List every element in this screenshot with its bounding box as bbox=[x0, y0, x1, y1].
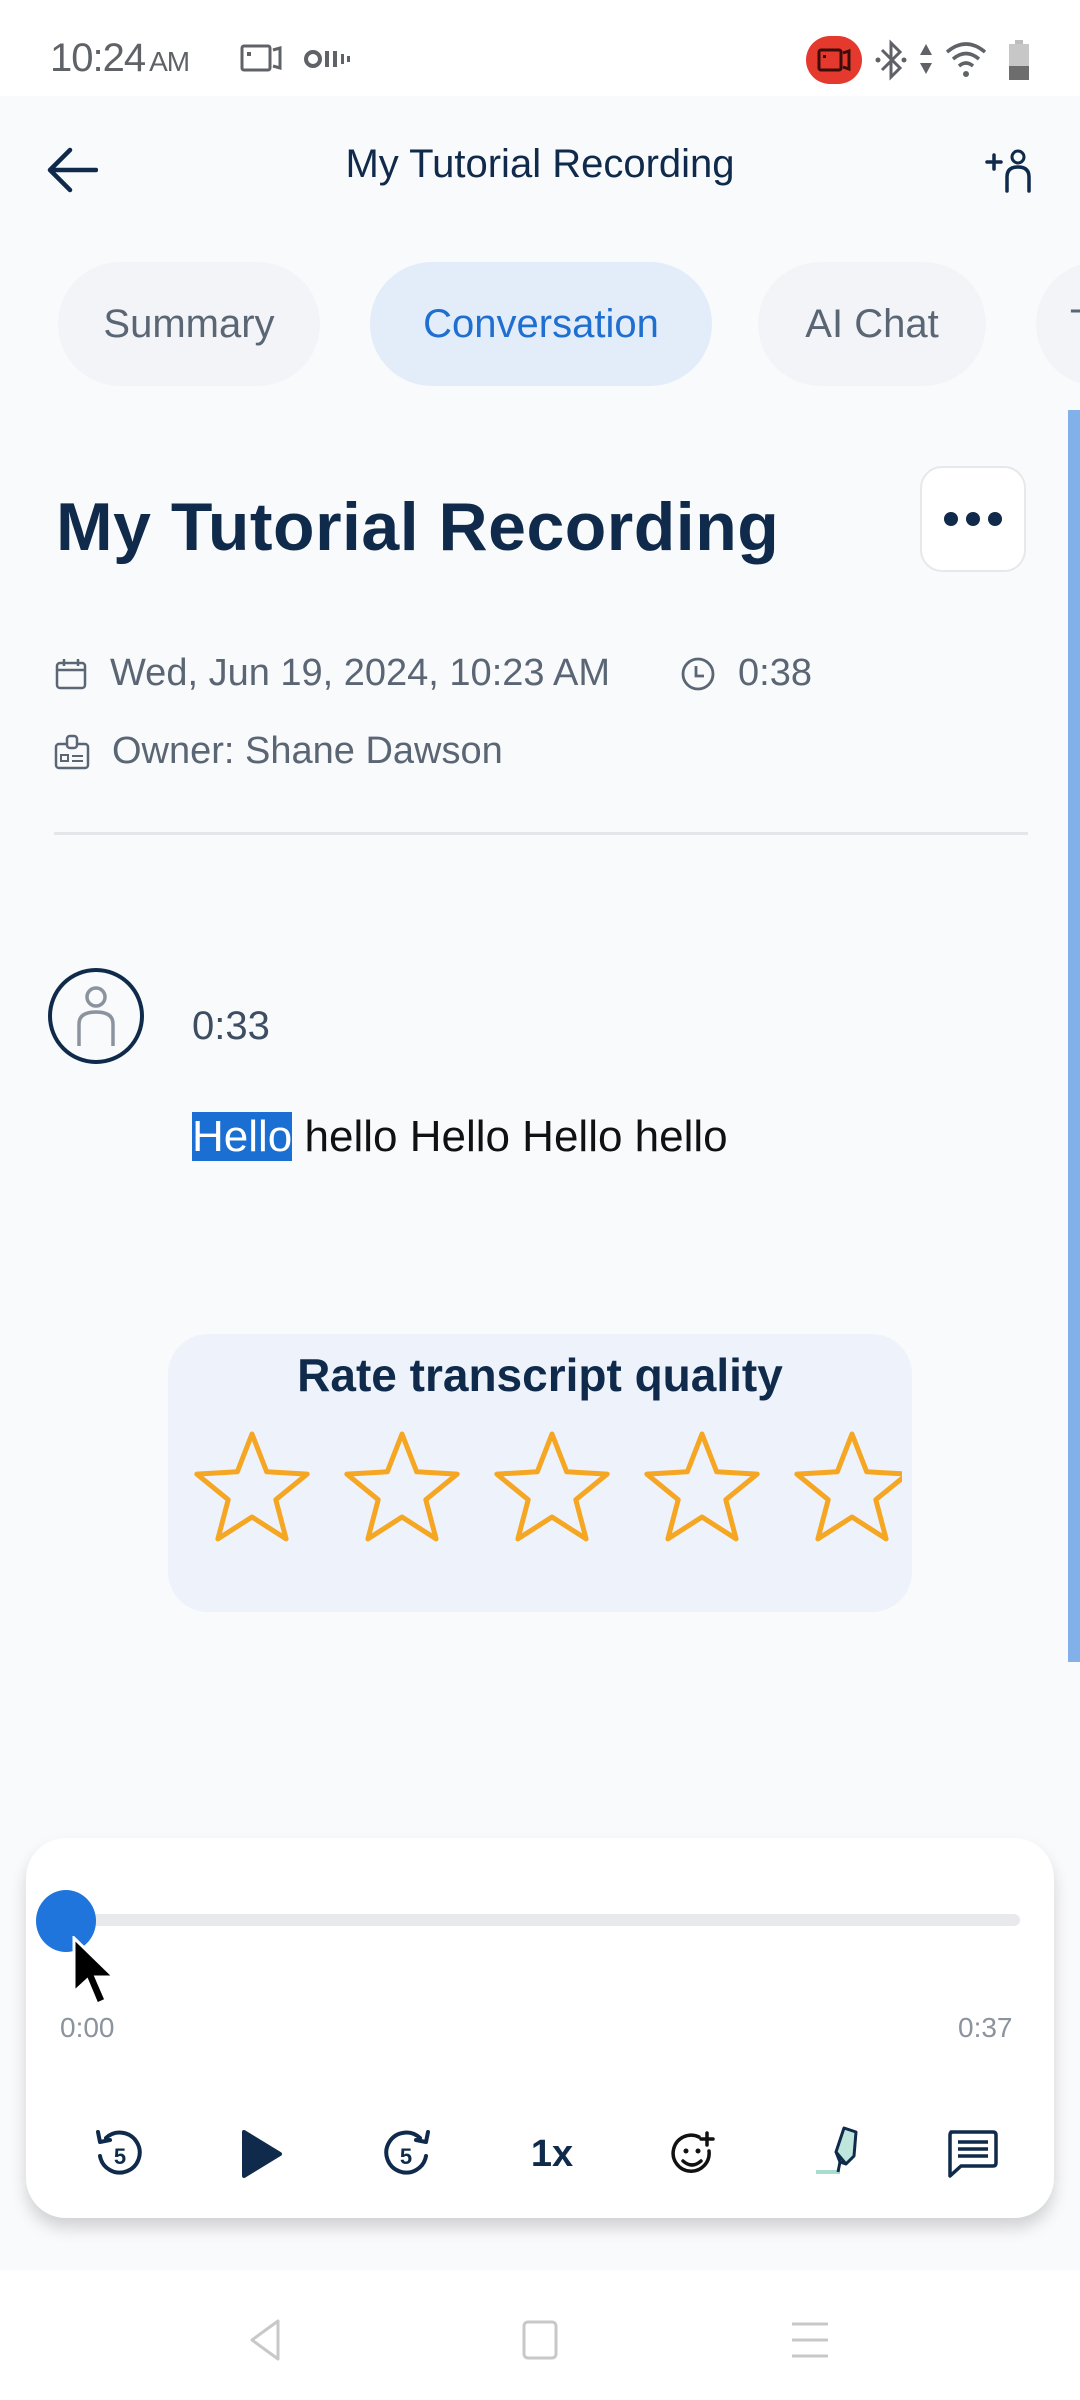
owner-badge-icon bbox=[54, 734, 90, 769]
current-time: 0:00 bbox=[60, 2012, 115, 2043]
segment-timestamp[interactable]: 0:33 bbox=[192, 1004, 270, 1049]
current-word-highlight[interactable]: Hello bbox=[192, 1112, 293, 1161]
status-time: 10:24 AM bbox=[50, 36, 190, 81]
seek-track[interactable] bbox=[64, 1914, 1020, 1926]
nav-home-button[interactable] bbox=[510, 2310, 570, 2370]
forward-5-icon: 5 bbox=[384, 2130, 430, 2175]
nav-home-icon bbox=[522, 2320, 558, 2360]
rating-title: Rate transcript quality bbox=[297, 1349, 783, 1401]
comment-icon bbox=[948, 2130, 998, 2178]
recording-date-row: Wed, Jun 19, 2024, 10:23 AM bbox=[54, 652, 610, 695]
recording-duration: 0:38 bbox=[738, 652, 812, 694]
add-reaction-button[interactable] bbox=[660, 2118, 732, 2190]
wifi-icon bbox=[945, 42, 987, 77]
tab-ai-chat[interactable]: AI Chat bbox=[758, 262, 986, 386]
star-1-icon[interactable] bbox=[190, 1426, 314, 1550]
star-rating[interactable] bbox=[190, 1426, 902, 1556]
more-options-button[interactable] bbox=[920, 466, 1026, 572]
highlighter-icon bbox=[816, 2126, 858, 2174]
recording-owner-row: Owner: Shane Dawson bbox=[54, 730, 503, 773]
mouse-cursor-icon bbox=[72, 1936, 118, 2006]
recording-title: My Tutorial Recording bbox=[56, 489, 780, 565]
clock-time: 10:24 bbox=[50, 36, 146, 80]
person-icon bbox=[77, 986, 115, 1046]
forward-5-button[interactable]: 5 bbox=[370, 2118, 442, 2190]
scrollbar[interactable] bbox=[1068, 410, 1080, 1662]
play-icon bbox=[242, 2130, 282, 2178]
transcript-rest: hello Hello Hello hello bbox=[292, 1112, 728, 1161]
divider bbox=[54, 832, 1028, 835]
calendar-icon bbox=[55, 658, 87, 689]
battery-icon bbox=[1009, 40, 1029, 80]
speaker-avatar[interactable] bbox=[48, 968, 144, 1064]
nav-recents-icon bbox=[792, 2322, 828, 2358]
more-dot bbox=[988, 512, 1002, 526]
play-button[interactable] bbox=[226, 2118, 298, 2190]
nav-recents-button[interactable] bbox=[780, 2310, 840, 2370]
add-person-icon bbox=[985, 149, 1031, 193]
nav-back-button[interactable] bbox=[236, 2310, 296, 2370]
add-participant-button[interactable] bbox=[976, 136, 1046, 206]
transcript-text[interactable]: Hello hello Hello Hello hello bbox=[192, 1112, 728, 1162]
rewind-5-icon: 5 bbox=[96, 2130, 142, 2175]
tab-bar: Summary Conversation AI Chat T bbox=[0, 262, 1080, 386]
star-5-icon[interactable] bbox=[790, 1426, 902, 1550]
star-2-icon[interactable] bbox=[340, 1426, 464, 1550]
more-dot bbox=[966, 512, 980, 526]
svg-text:5: 5 bbox=[114, 2144, 126, 2169]
data-arrows-icon bbox=[920, 44, 932, 74]
recording-owner: Owner: Shane Dawson bbox=[112, 730, 503, 772]
recording-duration-row: 0:38 bbox=[680, 652, 812, 695]
tab-partial[interactable]: T bbox=[1036, 262, 1080, 386]
recording-date: Wed, Jun 19, 2024, 10:23 AM bbox=[110, 652, 610, 694]
comment-button[interactable] bbox=[936, 2118, 1008, 2190]
tab-conversation[interactable]: Conversation bbox=[370, 262, 712, 386]
tab-summary[interactable]: Summary bbox=[58, 262, 320, 386]
app-title: My Tutorial Recording bbox=[345, 142, 735, 186]
clock-ampm: AM bbox=[149, 46, 190, 77]
highlight-button[interactable] bbox=[808, 2118, 880, 2190]
screen-record-icon bbox=[240, 44, 282, 72]
status-bar: 10:24 AM bbox=[0, 0, 1080, 96]
bluetooth-icon bbox=[875, 39, 907, 81]
add-reaction-icon bbox=[671, 2131, 715, 2173]
star-3-icon[interactable] bbox=[490, 1426, 614, 1550]
more-horizontal-icon bbox=[944, 512, 958, 526]
voicemail-icon bbox=[304, 50, 350, 68]
svg-text:5: 5 bbox=[400, 2144, 412, 2169]
nav-back-icon bbox=[250, 2319, 280, 2361]
recording-badge-icon bbox=[806, 36, 862, 84]
star-4-icon[interactable] bbox=[640, 1426, 764, 1550]
playback-speed-button[interactable]: 1x bbox=[516, 2118, 588, 2190]
rewind-5-button[interactable]: 5 bbox=[84, 2118, 156, 2190]
total-time: 0:37 bbox=[958, 2012, 1013, 2043]
clock-icon bbox=[681, 657, 715, 690]
app-bar: My Tutorial Recording bbox=[0, 96, 1080, 246]
